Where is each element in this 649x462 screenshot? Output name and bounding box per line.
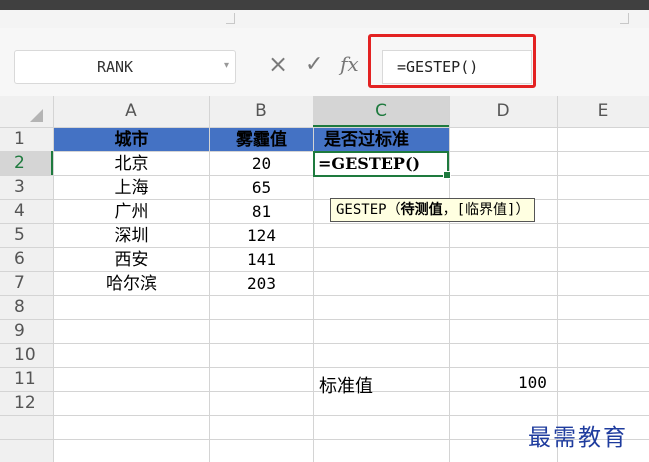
insert-function-icon[interactable]: fx	[340, 52, 359, 76]
standard-label[interactable]: 标准值	[319, 372, 373, 398]
row-header-10[interactable]: 10	[0, 343, 53, 367]
table-header-cell[interactable]: 是否过标准	[314, 128, 449, 151]
cell-formula: =GESTEP()	[318, 154, 421, 173]
row-header-12[interactable]: 12	[0, 391, 53, 415]
ribbon-group-corner	[226, 13, 235, 24]
row-header-4[interactable]: 4	[0, 199, 53, 223]
title-bar	[0, 0, 649, 10]
city-cell[interactable]: 上海	[54, 176, 209, 200]
fill-handle[interactable]	[443, 171, 451, 179]
tooltip-arg2: [临界值]	[456, 202, 516, 218]
check-icon[interactable]: ✓	[305, 52, 323, 77]
chevron-down-icon[interactable]: ▾	[224, 60, 229, 71]
city-cell[interactable]: 北京	[54, 152, 209, 176]
tooltip-open: （	[386, 202, 401, 218]
standard-value[interactable]: 100	[518, 373, 547, 392]
city-cell[interactable]: 西安	[54, 248, 209, 272]
watermark: 最需教育	[528, 425, 628, 451]
row-header-9[interactable]: 9	[0, 319, 53, 343]
column-header-e[interactable]: E	[557, 96, 649, 127]
value-cell[interactable]: 65	[210, 176, 313, 200]
city-cell[interactable]: 深圳	[54, 224, 209, 248]
grid-line	[0, 343, 649, 344]
column-header-c[interactable]: C	[313, 96, 449, 127]
row-header-6[interactable]: 6	[0, 247, 53, 271]
active-cell-c2[interactable]: =GESTEP()	[313, 151, 451, 179]
tooltip-sep: ，	[442, 202, 457, 218]
value-cell[interactable]: 124	[210, 224, 313, 248]
select-all-corner[interactable]	[30, 109, 43, 122]
row-header-8[interactable]: 8	[0, 295, 53, 319]
row-header-2[interactable]: 2	[0, 151, 53, 175]
grid-line	[0, 367, 649, 368]
table-header-cell[interactable]: 雾霾值	[210, 128, 313, 151]
value-cell[interactable]: 81	[210, 200, 313, 224]
column-header-d[interactable]: D	[449, 96, 557, 127]
table-header-cell[interactable]: 城市	[54, 128, 209, 151]
grid-line	[0, 415, 649, 416]
value-cell[interactable]: 141	[210, 248, 313, 272]
tooltip-func: GESTEP	[336, 202, 387, 218]
row-header-11[interactable]: 11	[0, 367, 53, 391]
spreadsheet-grid[interactable]: A B C D E 1 2 3 4 5 6 7 8 9 10 11 12 城市 …	[0, 96, 649, 462]
ribbon-strip	[0, 10, 649, 29]
value-cell[interactable]: 20	[210, 152, 313, 176]
grid-line	[0, 319, 649, 320]
column-header-a[interactable]: A	[53, 96, 209, 127]
grid-line	[449, 96, 450, 462]
column-header-b[interactable]: B	[209, 96, 313, 127]
cancel-icon[interactable]: ×	[268, 50, 288, 78]
ribbon-group-corner	[620, 13, 629, 24]
function-tooltip[interactable]: GESTEP（待测值，[临界值]）	[330, 198, 536, 222]
city-cell[interactable]: 哈尔滨	[54, 272, 209, 296]
city-cell[interactable]: 广州	[54, 200, 209, 224]
name-box[interactable]: RANK ▾	[14, 50, 236, 84]
tooltip-close: ）	[515, 202, 530, 218]
row-header-1[interactable]: 1	[0, 127, 53, 151]
tooltip-arg1: 待测值	[400, 202, 443, 218]
row-header-3[interactable]: 3	[0, 175, 53, 199]
grid-line	[557, 96, 558, 462]
formula-highlight-box	[368, 34, 536, 88]
row-header-7[interactable]: 7	[0, 271, 53, 295]
name-box-value: RANK	[96, 58, 134, 76]
value-cell[interactable]: 203	[210, 272, 313, 296]
row-header-5[interactable]: 5	[0, 223, 53, 247]
